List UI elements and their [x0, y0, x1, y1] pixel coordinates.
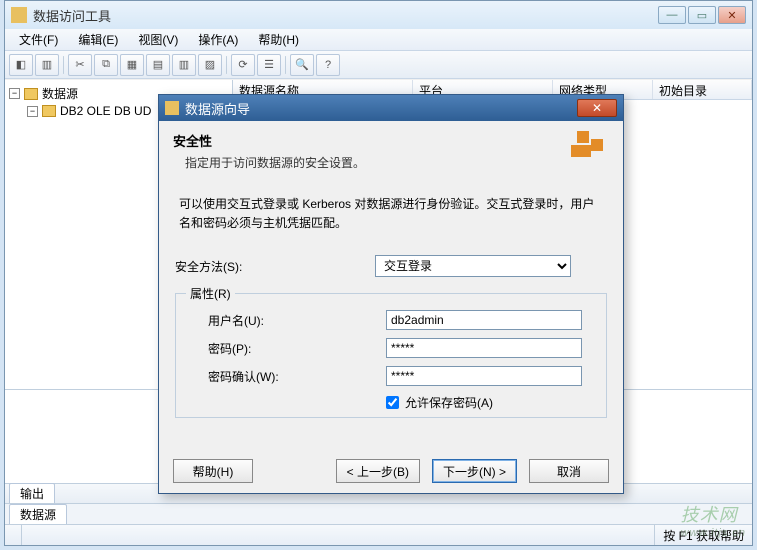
row-allow-save: 允许保存密码(A): [186, 394, 596, 411]
menu-view[interactable]: 视图(V): [128, 29, 188, 50]
allow-save-checkbox[interactable]: [386, 396, 399, 409]
password-input[interactable]: [386, 338, 582, 358]
toolbar-copy-icon[interactable]: ⧉: [94, 54, 118, 76]
row-confirm: 密码确认(W):: [186, 366, 596, 386]
dialog-title: 数据源向导: [185, 99, 250, 118]
security-method-label: 安全方法(S):: [175, 258, 375, 275]
toolbar-find-icon[interactable]: 🔍: [290, 54, 314, 76]
menu-edit[interactable]: 编辑(E): [68, 29, 128, 50]
toolbar-sep3: [285, 56, 286, 74]
toolbar-help-icon[interactable]: ?: [316, 54, 340, 76]
toolbar-props-icon[interactable]: ☰: [257, 54, 281, 76]
dialog-close-button[interactable]: ✕: [577, 99, 617, 117]
dialog-heading: 安全性: [173, 131, 565, 150]
folder-icon: [24, 88, 38, 100]
dialog-body: 安全性 指定用于访问数据源的安全设置。 可以使用交互式登录或 Kerberos …: [159, 121, 623, 493]
dialog-subheading: 指定用于访问数据源的安全设置。: [173, 154, 565, 171]
menu-file[interactable]: 文件(F): [9, 29, 68, 50]
attributes-legend: 属性(R): [186, 285, 235, 302]
toolbar-paste-icon[interactable]: ▦: [120, 54, 144, 76]
menu-help[interactable]: 帮助(H): [248, 29, 309, 50]
toolbar-sep2: [226, 56, 227, 74]
toolbar-open-icon[interactable]: ▥: [35, 54, 59, 76]
username-label: 用户名(U):: [186, 312, 386, 329]
toolbar-sep: [63, 56, 64, 74]
status-segments: 按 F1 获取帮助: [5, 524, 752, 545]
tree-child-label: DB2 OLE DB UD: [60, 104, 151, 118]
app-icon: [11, 7, 27, 23]
menu-action[interactable]: 操作(A): [188, 29, 248, 50]
minimize-button[interactable]: —: [658, 6, 686, 24]
toolbar-btn2-icon[interactable]: ▥: [172, 54, 196, 76]
dialog-graphic-icon: [565, 131, 609, 165]
row-security-method: 安全方法(S): 交互登录: [175, 255, 607, 277]
col-initial[interactable]: 初始目录: [653, 80, 752, 99]
back-button[interactable]: < 上一步(B): [336, 459, 420, 483]
toolbar-btn-icon[interactable]: ▤: [146, 54, 170, 76]
dialog-header: 安全性 指定用于访问数据源的安全设置。: [173, 131, 609, 171]
titlebar: 数据访问工具 — ▭ ✕: [5, 1, 752, 29]
status-seg-1: [5, 525, 22, 545]
bottom-tabs: 数据源: [5, 503, 752, 524]
toolbar-refresh-icon[interactable]: ⟳: [231, 54, 255, 76]
confirm-label: 密码确认(W):: [186, 368, 386, 385]
username-input[interactable]: [386, 310, 582, 330]
attributes-fieldset: 属性(R) 用户名(U): 密码(P): 密码确认(W): 允许保存密码(A): [175, 285, 607, 418]
statusbar: 数据源 按 F1 获取帮助: [5, 503, 752, 545]
allow-save-label: 允许保存密码(A): [405, 394, 493, 411]
help-button[interactable]: 帮助(H): [173, 459, 253, 483]
dialog-titlebar: 数据源向导 ✕: [159, 95, 623, 121]
tab-output[interactable]: 输出: [9, 483, 55, 503]
folder-icon: [42, 105, 56, 117]
maximize-button[interactable]: ▭: [688, 6, 716, 24]
security-method-select[interactable]: 交互登录: [375, 255, 571, 277]
form-area: 安全方法(S): 交互登录 属性(R) 用户名(U): 密码(P): 密码确认(…: [173, 255, 609, 418]
status-help-hint: 按 F1 获取帮助: [654, 525, 752, 545]
dialog-description: 可以使用交互式登录或 Kerberos 对数据源进行身份验证。交互式登录时，用户…: [173, 195, 609, 233]
tab-datasource[interactable]: 数据源: [9, 504, 67, 524]
menubar: 文件(F) 编辑(E) 视图(V) 操作(A) 帮助(H): [5, 29, 752, 51]
row-password: 密码(P):: [186, 338, 596, 358]
window-buttons: — ▭ ✕: [658, 6, 746, 24]
dialog-icon: [165, 101, 179, 115]
toolbar-new-icon[interactable]: ◧: [9, 54, 33, 76]
dialog-buttons: 帮助(H) < 上一步(B) 下一步(N) > 取消: [159, 459, 623, 483]
toolbar-cut-icon[interactable]: ✂: [68, 54, 92, 76]
toolbar: ◧ ▥ ✂ ⧉ ▦ ▤ ▥ ▨ ⟳ ☰ 🔍 ?: [5, 51, 752, 79]
window-title: 数据访问工具: [33, 6, 658, 25]
confirm-input[interactable]: [386, 366, 582, 386]
next-button[interactable]: 下一步(N) >: [432, 459, 517, 483]
collapse-icon[interactable]: −: [9, 88, 20, 99]
password-label: 密码(P):: [186, 340, 386, 357]
dialog-header-text: 安全性 指定用于访问数据源的安全设置。: [173, 131, 565, 171]
collapse-icon[interactable]: −: [27, 106, 38, 117]
cancel-button[interactable]: 取消: [529, 459, 609, 483]
wizard-dialog: 数据源向导 ✕ 安全性 指定用于访问数据源的安全设置。 可以使用交互式登录或 K…: [158, 94, 624, 494]
close-button[interactable]: ✕: [718, 6, 746, 24]
tree-root-label: 数据源: [42, 85, 78, 102]
toolbar-btn3-icon[interactable]: ▨: [198, 54, 222, 76]
row-username: 用户名(U):: [186, 310, 596, 330]
